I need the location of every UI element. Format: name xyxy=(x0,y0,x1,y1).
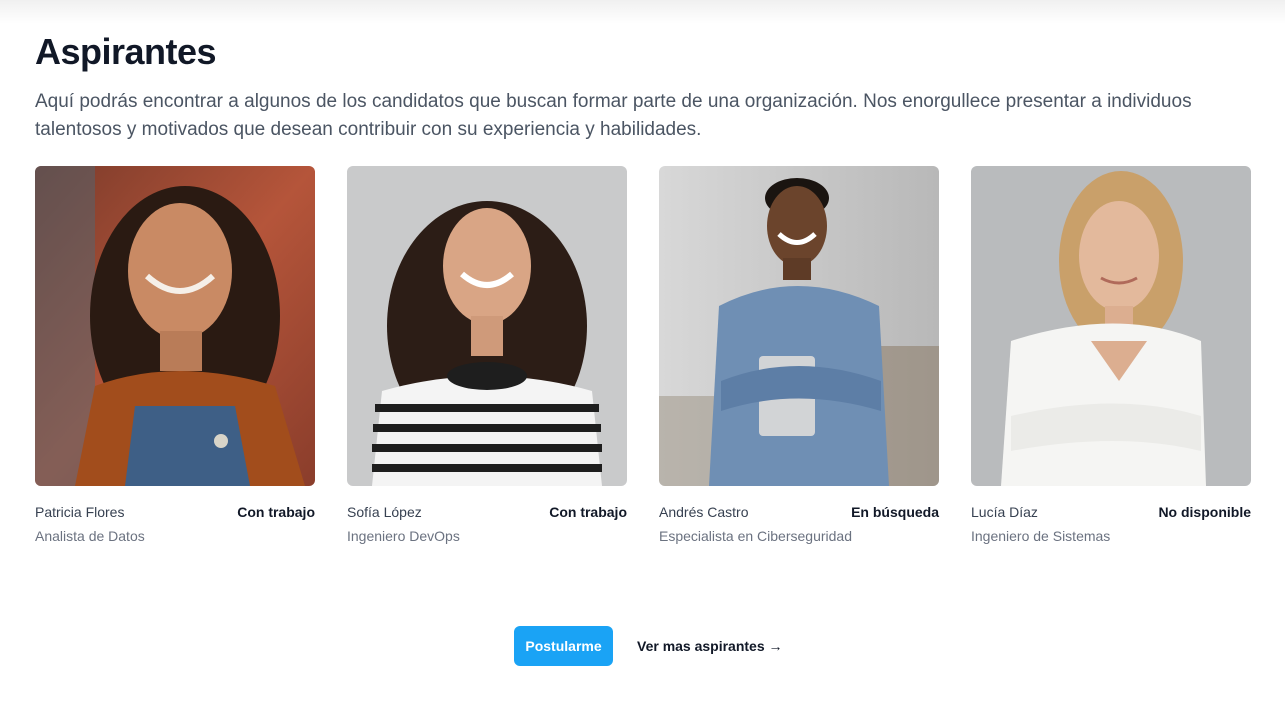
candidate-role: Especialista en Ciberseguridad xyxy=(659,528,852,544)
section-title: Aspirantes xyxy=(35,31,217,72)
candidate-card[interactable]: Sofía López Con trabajo Ingeniero DevOps xyxy=(347,166,627,544)
candidate-name: Lucía Díaz xyxy=(971,504,1038,520)
candidate-meta: Sofía López Con trabajo xyxy=(347,504,627,520)
candidate-status: No disponible xyxy=(1158,504,1251,520)
candidate-photo-image xyxy=(347,166,627,486)
candidate-photo xyxy=(35,166,315,486)
candidate-name: Patricia Flores xyxy=(35,504,125,520)
candidate-status: Con trabajo xyxy=(237,504,315,520)
apply-button[interactable]: Postularme xyxy=(514,626,613,666)
candidate-role: Analista de Datos xyxy=(35,528,145,544)
candidate-status: Con trabajo xyxy=(549,504,627,520)
section-intro: Aquí podrás encontrar a algunos de los c… xyxy=(35,91,1192,140)
candidate-photo xyxy=(971,166,1251,486)
candidate-name: Sofía López xyxy=(347,504,422,520)
candidate-card[interactable]: Lucía Díaz No disponible Ingeniero de Si… xyxy=(971,166,1251,544)
candidates-section: Aspirantes Aquí podrás encontrar a algun… xyxy=(35,30,1251,544)
candidate-card[interactable]: Andrés Castro En búsqueda Especialista e… xyxy=(659,166,939,544)
candidate-photo xyxy=(659,166,939,486)
candidate-meta: Patricia Flores Con trabajo xyxy=(35,504,315,520)
candidate-card[interactable]: Patricia Flores Con trabajo Analista de … xyxy=(35,166,315,544)
candidate-meta: Andrés Castro En búsqueda xyxy=(659,504,939,520)
candidate-meta: Lucía Díaz No disponible xyxy=(971,504,1251,520)
candidate-photo-image xyxy=(659,166,939,486)
header-shadow xyxy=(0,0,1285,24)
more-candidates-link[interactable]: Ver mas aspirantes → xyxy=(637,638,783,654)
candidate-photo-image xyxy=(35,166,315,486)
candidate-photo-image xyxy=(971,166,1251,486)
candidate-role: Ingeniero de Sistemas xyxy=(971,528,1111,544)
candidate-photo xyxy=(347,166,627,486)
candidate-name: Andrés Castro xyxy=(659,504,749,520)
candidate-status: En búsqueda xyxy=(851,504,939,520)
candidate-role: Ingeniero DevOps xyxy=(347,528,460,544)
section-actions: Postularme Ver mas aspirantes → xyxy=(514,626,783,666)
candidate-grid: Patricia Flores Con trabajo Analista de … xyxy=(35,166,1251,544)
